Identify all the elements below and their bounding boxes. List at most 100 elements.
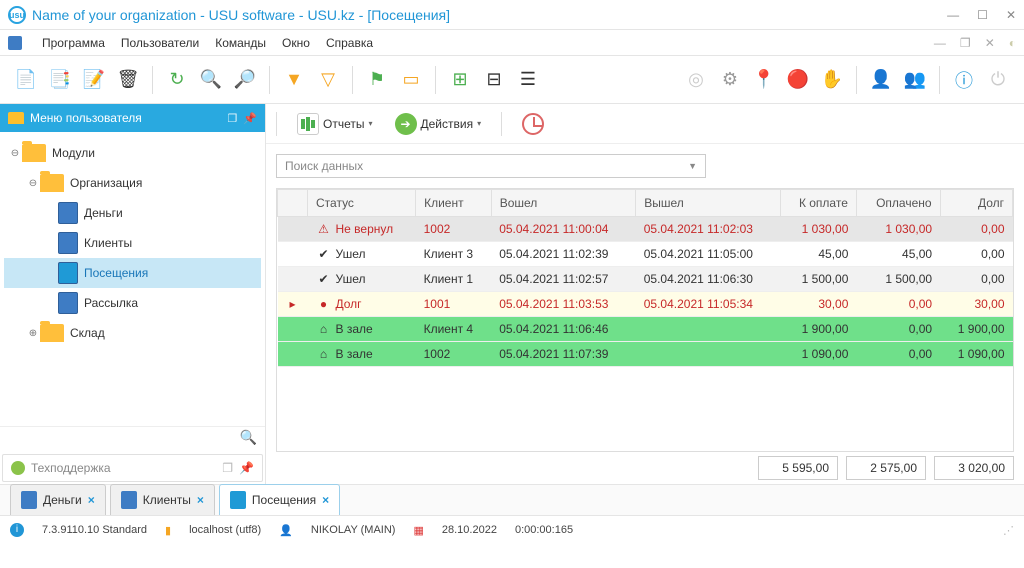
book-icon bbox=[58, 262, 78, 284]
collapse-icon[interactable]: ⊖ bbox=[26, 178, 40, 189]
col-debt[interactable]: Долг bbox=[940, 190, 1012, 217]
support-user-icon bbox=[11, 461, 25, 475]
book-icon bbox=[230, 491, 246, 509]
total-paid: 2 575,00 bbox=[846, 456, 926, 480]
col-in[interactable]: Вошел bbox=[491, 190, 636, 217]
col-client[interactable]: Клиент bbox=[416, 190, 492, 217]
sidebar-dock-icon[interactable]: ❐ bbox=[227, 112, 237, 125]
gear-icon[interactable]: ⚙ bbox=[716, 66, 744, 94]
pin-icon[interactable]: 📍 bbox=[750, 66, 778, 94]
node-modules[interactable]: ⊖ Модули bbox=[4, 138, 261, 168]
tree-expand-icon[interactable]: ⊞ bbox=[446, 66, 474, 94]
tab-Клиенты[interactable]: Клиенты× bbox=[110, 484, 215, 515]
new-doc-icon[interactable]: 📄 bbox=[12, 66, 40, 94]
folder-icon bbox=[22, 144, 46, 162]
support-panel-header[interactable]: Техподдержка ❐ 📌 bbox=[2, 454, 263, 482]
node-clients[interactable]: Клиенты bbox=[4, 228, 261, 258]
table-row[interactable]: ✔УшелКлиент 105.04.2021 11:02:5705.04.20… bbox=[278, 267, 1013, 292]
reports-button[interactable]: Отчеты ▾ bbox=[289, 109, 381, 139]
support-pin-icon[interactable]: 📌 bbox=[239, 461, 254, 475]
filter-clear-icon[interactable]: ▽ bbox=[314, 66, 342, 94]
tab-close-icon[interactable]: × bbox=[197, 493, 204, 507]
sidebar-title: Меню пользователя bbox=[30, 111, 221, 125]
mdi-close-button[interactable]: ✕ bbox=[985, 36, 995, 50]
visits-grid[interactable]: Статус Клиент Вошел Вышел К оплате Оплач… bbox=[276, 188, 1014, 452]
col-status[interactable]: Статус bbox=[308, 190, 416, 217]
mdi-help-button[interactable]: ◐ bbox=[1009, 36, 1016, 50]
edit-doc-icon[interactable]: 📝 bbox=[80, 66, 108, 94]
tab-close-icon[interactable]: × bbox=[88, 493, 95, 507]
node-visits[interactable]: Посещения bbox=[4, 258, 261, 288]
table-row[interactable]: ▸●Долг100105.04.2021 11:03:5305.04.2021 … bbox=[278, 292, 1013, 317]
chevron-down-icon: ▾ bbox=[477, 119, 481, 128]
close-button[interactable]: ✕ bbox=[1006, 8, 1016, 22]
tab-Деньги[interactable]: Деньги× bbox=[10, 484, 106, 515]
power-icon[interactable]: ⏻ bbox=[984, 66, 1012, 94]
resize-grip-icon[interactable]: ⋰ bbox=[1003, 524, 1014, 537]
tree-search-icon[interactable]: 🔍 bbox=[240, 429, 257, 450]
actions-button[interactable]: ➔ Действия ▾ bbox=[387, 109, 490, 139]
refresh-icon[interactable]: ↻ bbox=[163, 66, 191, 94]
status-date: 28.10.2022 bbox=[442, 524, 497, 536]
table-row[interactable]: ⌂В зале100205.04.2021 11:07:391 090,000,… bbox=[278, 342, 1013, 367]
delete-doc-icon[interactable]: 🗑 bbox=[114, 66, 142, 94]
zoom-icon[interactable]: 🔍 bbox=[197, 66, 225, 94]
expand-icon[interactable]: ⊕ bbox=[26, 328, 40, 339]
book-icon bbox=[58, 202, 78, 224]
menu-commands[interactable]: Команды bbox=[215, 36, 266, 50]
tree-collapse-icon[interactable]: ⊟ bbox=[480, 66, 508, 94]
status-host: localhost (utf8) bbox=[189, 524, 261, 536]
sidebar-header: Меню пользователя ❐ 📌 bbox=[0, 104, 265, 132]
calendar-icon: ▦ bbox=[413, 524, 423, 537]
color-icon[interactable]: 🔴 bbox=[784, 66, 812, 94]
clock-button[interactable] bbox=[514, 109, 552, 139]
totals-row: 5 595,00 2 575,00 3 020,00 bbox=[266, 452, 1024, 484]
info-icon[interactable]: ⓘ bbox=[950, 66, 978, 94]
table-row[interactable]: ⌂В залеКлиент 405.04.2021 11:06:461 900,… bbox=[278, 317, 1013, 342]
col-paid[interactable]: Оплачено bbox=[856, 190, 940, 217]
flag-icon[interactable]: ⚑ bbox=[363, 66, 391, 94]
maximize-button[interactable]: ☐ bbox=[977, 8, 988, 22]
image-icon[interactable]: ▭ bbox=[397, 66, 425, 94]
menu-program[interactable]: Программа bbox=[42, 36, 105, 50]
hand-icon[interactable]: ✋ bbox=[818, 66, 846, 94]
table-row[interactable]: ✔УшелКлиент 305.04.2021 11:02:3905.04.20… bbox=[278, 242, 1013, 267]
col-topay[interactable]: К оплате bbox=[780, 190, 856, 217]
statusbar: i 7.3.9110.10 Standard ▮ localhost (utf8… bbox=[0, 516, 1024, 544]
node-mailing[interactable]: Рассылка bbox=[4, 288, 261, 318]
user-status-icon: 👤 bbox=[279, 524, 293, 537]
status-version: 7.3.9110.10 Standard bbox=[42, 524, 147, 536]
user1-icon[interactable]: 👤 bbox=[867, 66, 895, 94]
support-dock-icon[interactable]: ❐ bbox=[222, 461, 233, 475]
sidebar-pin-icon[interactable]: 📌 bbox=[243, 112, 257, 125]
menubar: Программа Пользователи Команды Окно Спра… bbox=[0, 30, 1024, 56]
db-icon: ▮ bbox=[165, 524, 171, 537]
mdi-minimize-button[interactable]: — bbox=[934, 36, 946, 50]
view-toolbar: Отчеты ▾ ➔ Действия ▾ bbox=[266, 104, 1024, 144]
tree-icon[interactable]: ☰ bbox=[514, 66, 542, 94]
col-out[interactable]: Вышел bbox=[636, 190, 781, 217]
minimize-button[interactable]: — bbox=[947, 8, 959, 22]
copy-doc-icon[interactable]: 📑 bbox=[46, 66, 74, 94]
menu-help[interactable]: Справка bbox=[326, 36, 373, 50]
menu-window[interactable]: Окно bbox=[282, 36, 310, 50]
tab-Посещения[interactable]: Посещения× bbox=[219, 484, 340, 515]
book-icon bbox=[58, 292, 78, 314]
status-user: NIKOLAY (MAIN) bbox=[311, 524, 396, 536]
menu-users[interactable]: Пользователи bbox=[121, 36, 199, 50]
search2-icon[interactable]: 🔎 bbox=[231, 66, 259, 94]
node-warehouse[interactable]: ⊕ Склад bbox=[4, 318, 261, 348]
filter-icon[interactable]: ▼ bbox=[280, 66, 308, 94]
target-icon[interactable]: ◎ bbox=[682, 66, 710, 94]
node-organization[interactable]: ⊖ Организация bbox=[4, 168, 261, 198]
users-icon[interactable]: 👥 bbox=[901, 66, 929, 94]
table-row[interactable]: ⚠Не вернул100205.04.2021 11:00:0405.04.2… bbox=[278, 217, 1013, 242]
window-title: Name of your organization - USU software… bbox=[32, 7, 450, 23]
tab-close-icon[interactable]: × bbox=[322, 493, 329, 507]
grid-header-row[interactable]: Статус Клиент Вошел Вышел К оплате Оплач… bbox=[278, 190, 1013, 217]
collapse-icon[interactable]: ⊖ bbox=[8, 148, 22, 159]
action-icon: ➔ bbox=[395, 113, 417, 135]
search-input[interactable]: Поиск данных ▼ bbox=[276, 154, 706, 178]
mdi-restore-button[interactable]: ❐ bbox=[960, 36, 971, 50]
node-money[interactable]: Деньги bbox=[4, 198, 261, 228]
